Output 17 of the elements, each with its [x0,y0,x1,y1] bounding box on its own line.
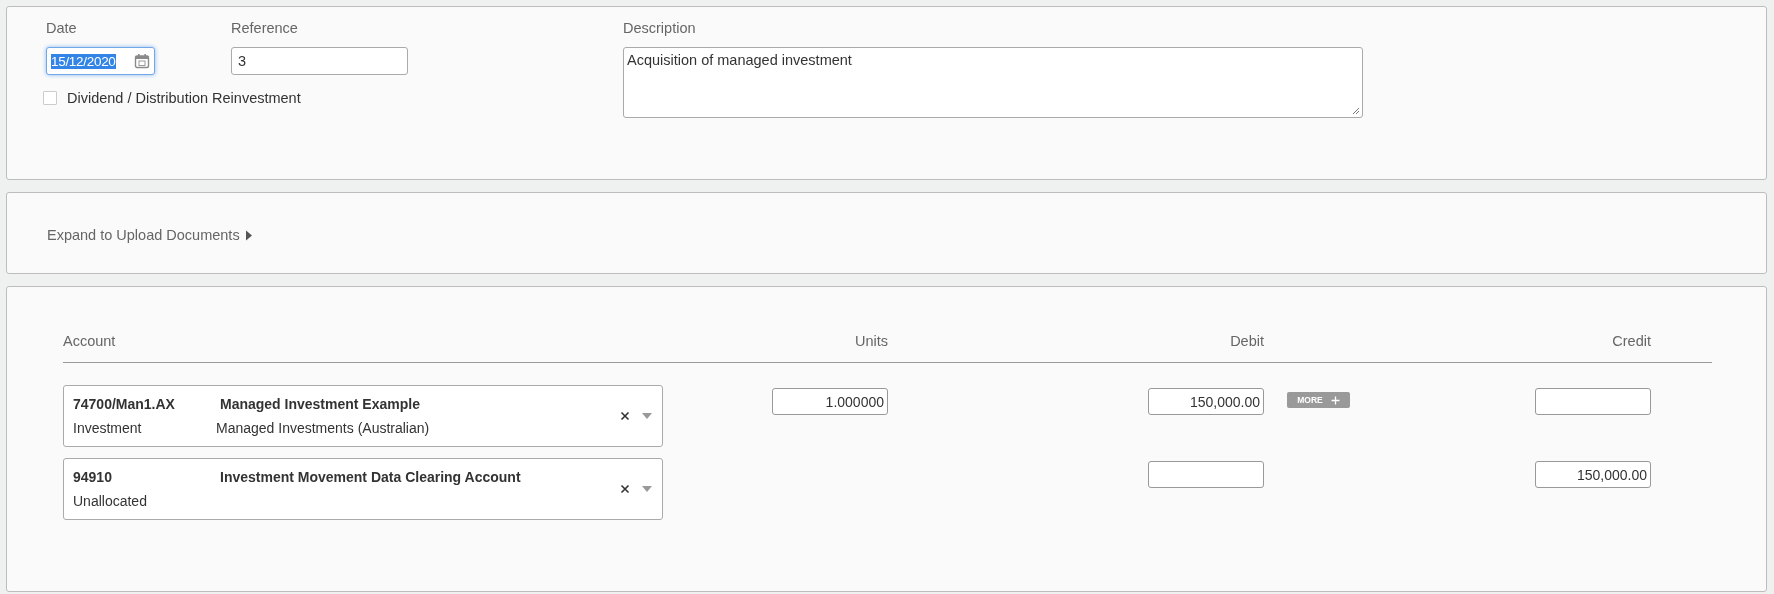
debit-field[interactable]: 150,000.00 [1148,388,1264,415]
date-field[interactable]: 15/12/2020 [46,47,155,75]
credit-field[interactable]: 150,000.00 [1535,461,1651,488]
column-header: Units [853,333,888,349]
column-header: Debit [1229,333,1264,349]
reference-field[interactable]: 3 [231,47,408,75]
description-label: Description [623,20,697,36]
reference-label: Reference [231,20,299,36]
account-select[interactable]: 94910 Investment Movement Data Clearing Account Unallocated [63,458,663,520]
units-field[interactable]: 1.000000 [772,388,888,415]
date-label: Date [46,20,78,36]
expand-link[interactable]: Expand to Upload Documents [47,223,253,243]
account-select[interactable]: 74700/Man1.AX Managed Investment Example Investment Managed Investments (Australian) [63,385,663,447]
column-header: Credit [1611,333,1651,349]
reinvestment-label: Dividend / Distribution Reinvestment [67,90,301,106]
description-field[interactable]: Acquisition of managed investment [623,47,1363,118]
column-header: Account [63,333,117,349]
